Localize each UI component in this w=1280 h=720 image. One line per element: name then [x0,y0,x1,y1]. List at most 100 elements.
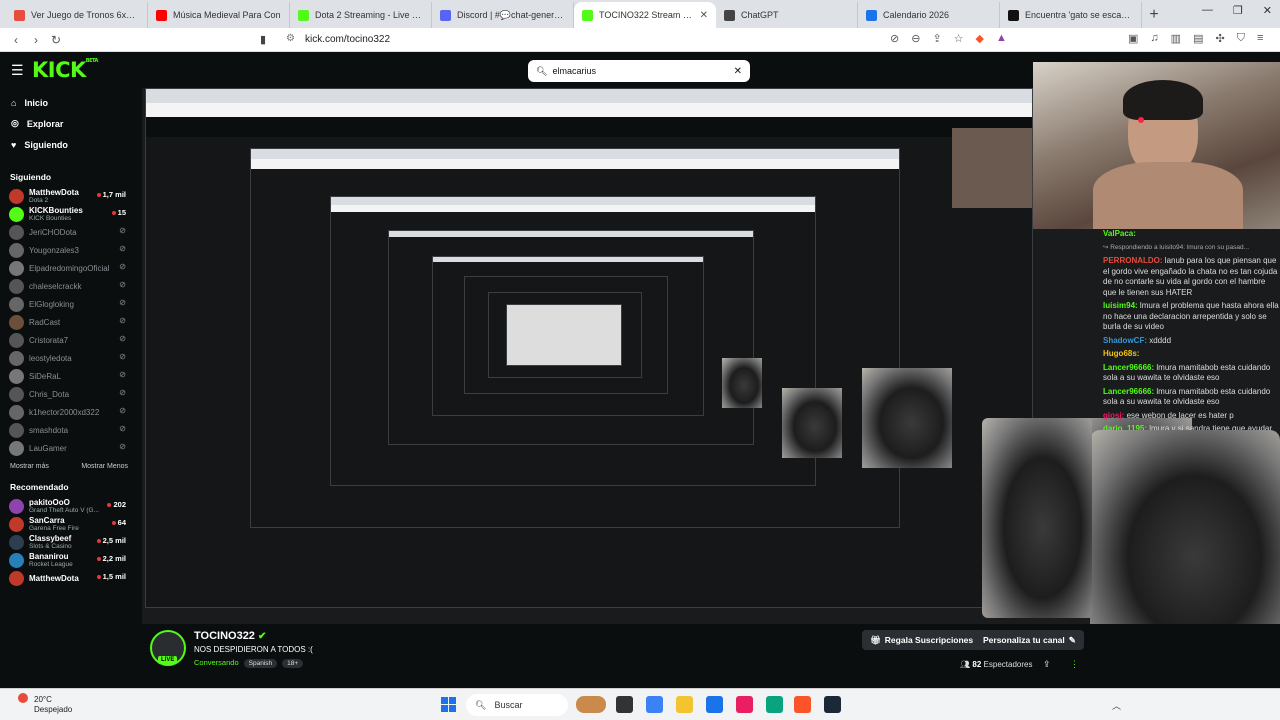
channel-item[interactable]: SanCarra Garena Free Fire 64 [0,515,142,533]
chat-username[interactable]: giosj: [1103,411,1124,420]
channel-item[interactable]: Chris_Dota ⊘ [0,385,142,403]
channel-name: Bananirou [29,551,69,561]
file-icon[interactable] [616,696,633,713]
windows-start-icon[interactable] [441,697,456,712]
sidebar: ⌂ Inicio ◎ Explorar ♥ Siguiendo Siguiendo Mat… [0,88,142,688]
hamburger-icon[interactable]: ☰ [11,62,24,79]
following-title: Siguiendo [10,172,52,182]
chat-username[interactable]: Lancer96666: [1103,363,1154,372]
live-badge: LIVE [158,656,178,664]
brave-rewards-icon[interactable]: ▲ [996,32,1007,45]
chat-username[interactable]: Lancer96666: [1103,387,1154,396]
viewer-icon: 👥︎ [960,660,971,669]
sidebar-nav-item[interactable]: ♥ Siguiendo [0,134,142,155]
channel-item[interactable]: smashdota ⊘ [0,421,142,439]
channel-item[interactable]: MatthewDota Dota 2 1,7 mil [0,187,142,205]
folder-icon[interactable] [676,696,693,713]
menu-icon[interactable]: ≡ [1257,32,1263,45]
address-bar[interactable]: kick.com/tocino322 [305,34,390,45]
channel-category: Rocket League [29,560,73,568]
chat-username[interactable]: luisim94: [1103,301,1138,310]
nested-pig-2 [782,388,842,458]
category-link[interactable]: Conversando [194,658,239,667]
channel-item[interactable]: Classybeef Slots & Casino 2,5 mil [0,533,142,551]
tab-favicon-icon [866,9,877,21]
customize-channel-button[interactable]: Personaliza tu canal ✎ [975,630,1084,650]
extensions-icon[interactable]: ✣ [1215,32,1224,45]
star-icon[interactable]: ☆ [954,32,964,45]
share-page-icon[interactable]: ⇪ [932,32,941,45]
browser-tab[interactable]: TOCINO322 Stream - V ✕ [574,2,716,28]
show-less-button[interactable]: Mostrar Menos [81,463,128,470]
chat-username[interactable]: PERRONALDO: [1103,256,1163,265]
cat-app-icon[interactable] [576,696,606,713]
chat-username[interactable]: Hugo68s: [1103,349,1139,358]
vpn-icon[interactable]: ⛉ [1237,32,1245,45]
restore-icon[interactable]: ❐ [1233,4,1243,17]
sidebar-nav-label: Explorar [26,118,64,129]
bookmark-icon[interactable]: ▮ [260,33,266,46]
more-options-icon[interactable]: ⋮ [1070,659,1079,670]
forward-icon[interactable]: › [26,33,46,47]
channel-item[interactable]: leostyledota ⊘ [0,349,142,367]
tag-language[interactable]: Spanish [243,659,278,668]
tag-age[interactable]: 18+ [282,659,304,668]
tray-chevron-icon[interactable]: ︿ [1112,701,1121,711]
opera-icon[interactable] [736,696,753,713]
site-info-icon[interactable]: ⚙ [286,33,295,44]
streamer-name[interactable]: TOCINO322 ✔ [194,630,266,642]
minimize-icon[interactable]: — [1202,4,1213,17]
channel-item[interactable]: MatthewDota 1,5 mil [0,569,142,587]
gift-subs-button[interactable]: 🎁︎ Regala Suscripciones [862,630,982,650]
channel-item[interactable]: RadCast ⊘ [0,313,142,331]
channel-item[interactable]: LauGamer ⊘ [0,439,142,457]
show-more-button[interactable]: Mostrar más [10,463,49,470]
clear-search-icon[interactable]: ✕ [734,66,742,77]
edge-icon[interactable] [766,696,783,713]
store-icon[interactable] [706,696,723,713]
channel-item[interactable]: k1hector2000xd322 ⊘ [0,403,142,421]
back-icon[interactable]: ‹ [6,33,26,47]
browser-tab[interactable]: Música Medieval Para Con [148,2,290,28]
chat-username[interactable]: ShadowCF: [1103,336,1147,345]
new-tab-button[interactable]: + [1142,2,1166,28]
sidebar-nav-item[interactable]: ◎ Explorar [0,113,142,134]
channel-item[interactable]: ElpadredomingoOficial ⊘ [0,259,142,277]
browser-tab[interactable]: Dota 2 Streaming - Live Stream [290,2,432,28]
channel-item[interactable]: pakitoOoO Grand Theft Auto V (G... 202 [0,497,142,515]
kick-logo[interactable]: KICKBETA [32,58,98,82]
channel-item[interactable]: KICKBounties KICK Bounties 15 [0,205,142,223]
browser-tab[interactable]: Encuentra 'gato se escapa' en [1000,2,1142,28]
steam-icon[interactable] [824,696,841,713]
mute-icon[interactable]: ⊘ [890,32,899,45]
chat-username[interactable]: ValPaca: [1103,229,1136,238]
browser-tab[interactable]: Discord | #💬chat-general | [432,2,574,28]
screenshot-icon[interactable]: ▣ [1128,32,1138,45]
zoom-icon[interactable]: ⊖ [911,32,920,45]
browser-tab[interactable]: ChatGPT [716,2,858,28]
brave-icon[interactable] [794,696,811,713]
weather-widget[interactable]: 20°C Despejado [34,695,72,715]
share-icon[interactable]: ⇪ [1043,659,1051,670]
channel-item[interactable]: JeriCHODota ⊘ [0,223,142,241]
channel-item[interactable]: SiDeRaL ⊘ [0,367,142,385]
copilot-icon[interactable] [646,696,663,713]
channel-item[interactable]: Cristorata7 ⊘ [0,331,142,349]
browser-tab[interactable]: Ver Juego de Tronos 6x10 Onli [6,2,148,28]
reload-icon[interactable]: ↻ [46,33,66,47]
search-input[interactable]: 🔍︎ elmacarius ✕ [528,60,750,82]
channel-item[interactable]: Bananirou Rocket League 2,2 mil [0,551,142,569]
channel-item[interactable]: ElGlogloking ⊘ [0,295,142,313]
brave-shield-icon[interactable]: ◆ [976,32,984,45]
offline-icon: ⊘ [119,334,126,343]
sidebar-icon[interactable]: ▥ [1171,32,1181,45]
channel-item[interactable]: Yougonzales3 ⊘ [0,241,142,259]
music-icon[interactable]: ♫ [1150,32,1158,45]
taskbar-search[interactable]: 🔍︎ Buscar [466,694,568,716]
sidebar-nav-item[interactable]: ⌂ Inicio [0,92,142,113]
close-tab-icon[interactable]: ✕ [700,10,708,21]
browser-tab[interactable]: Calendario 2026 [858,2,1000,28]
close-window-icon[interactable]: ✕ [1263,4,1272,17]
channel-item[interactable]: chaleselcrackk ⊘ [0,277,142,295]
wallet-icon[interactable]: ▤ [1193,32,1203,45]
